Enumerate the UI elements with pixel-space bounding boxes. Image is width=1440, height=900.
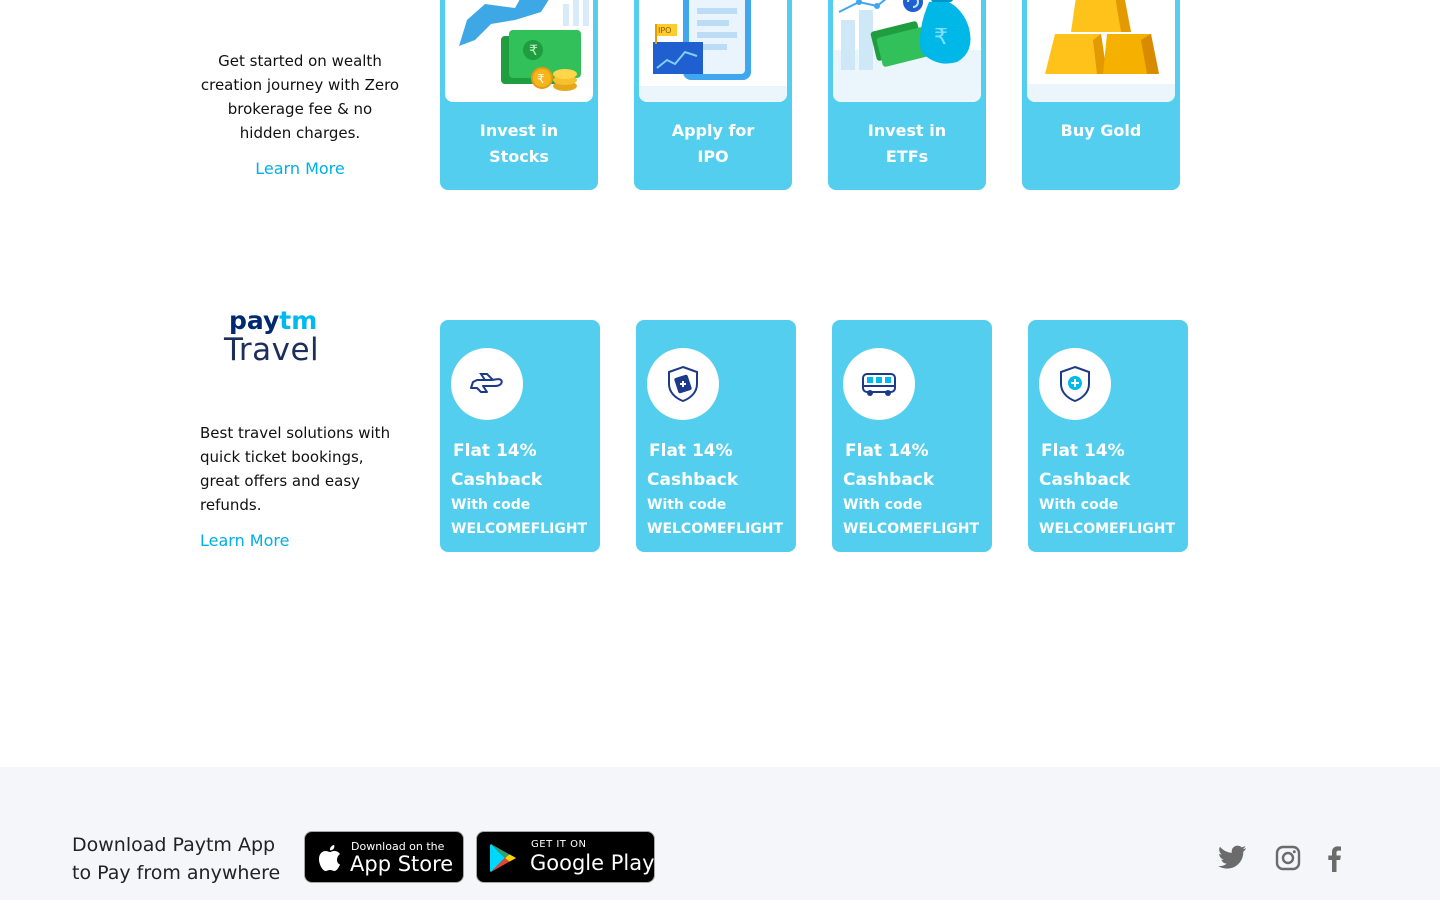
offer-title-line-2: Cashback <box>843 470 935 490</box>
gold-bars-icon <box>1027 0 1175 102</box>
invest-learn-more-link[interactable]: Learn More <box>200 157 400 181</box>
bull-money-icon: ₹ ₹ <box>445 0 593 102</box>
invest-etfs-card[interactable]: ₹ Invest in ETFs <box>828 0 986 190</box>
ticket-shield-icon <box>647 348 719 420</box>
facebook-icon[interactable] <box>1326 845 1342 873</box>
google-play-icon <box>490 844 516 872</box>
travel-offer-card-flight[interactable]: Flat 14% Cashback With code WELCOMEFLIGH… <box>440 320 600 552</box>
offer-title-line-1: Flat 14% <box>845 441 929 461</box>
travel-offer-code: With code WELCOMEFLIGHT <box>451 493 599 541</box>
travel-offer-title: Flat 14% Cashback <box>451 437 599 495</box>
google-play-small-text: GET IT ON <box>531 839 587 850</box>
travel-wordmark: Travel <box>224 332 320 368</box>
download-app-text: Download Paytm App to Pay from anywhere <box>72 834 281 884</box>
offer-title-line-2: Cashback <box>1039 470 1131 490</box>
svg-text:₹: ₹ <box>529 43 538 59</box>
travel-description: Best travel solutions with quick ticket … <box>200 424 391 514</box>
travel-offer-code: With code WELCOMEFLIGHT <box>1039 493 1187 541</box>
travel-offer-card-ticket[interactable]: Flat 14% Cashback With code WELCOMEFLIGH… <box>636 320 796 552</box>
svg-text:IPO: IPO <box>658 26 671 35</box>
offer-title-line-1: Flat 14% <box>453 441 537 461</box>
offer-code: WELCOMEFLIGHT <box>451 521 588 537</box>
travel-offer-code: With code WELCOMEFLIGHT <box>647 493 795 541</box>
apply-ipo-card[interactable]: IPO Apply for IPO <box>634 0 792 190</box>
offer-code-prefix: With code <box>843 497 923 513</box>
app-store-button[interactable]: Download on the App Store <box>304 831 464 883</box>
invest-stocks-label: Invest in Stocks <box>479 121 559 166</box>
travel-offer-title: Flat 14% Cashback <box>1039 437 1187 495</box>
travel-offer-title: Flat 14% Cashback <box>647 437 795 495</box>
bus-icon <box>843 348 915 420</box>
offer-code-prefix: With code <box>451 497 531 513</box>
invest-etfs-label: Invest in ETFs <box>867 121 947 166</box>
money-bag-icon: ₹ <box>833 0 981 102</box>
offer-code-prefix: With code <box>1039 497 1119 513</box>
insurance-shield-icon <box>1039 348 1111 420</box>
app-store-big-text: App Store <box>350 852 454 876</box>
buy-gold-card[interactable]: Buy Gold <box>1022 0 1180 190</box>
google-play-big-text: Google Play <box>530 851 655 875</box>
twitter-icon[interactable] <box>1217 845 1247 871</box>
paytm-travel-logo: paytm Travel <box>222 304 322 368</box>
apple-icon <box>319 845 340 871</box>
invest-description: Get started on wealth creation journey w… <box>200 52 400 142</box>
ipo-phone-icon: IPO <box>639 0 787 102</box>
offer-code: WELCOMEFLIGHT <box>1039 521 1176 537</box>
invest-stocks-card[interactable]: ₹ ₹ Invest in Stocks <box>440 0 598 190</box>
travel-offer-card-bus[interactable]: Flat 14% Cashback With code WELCOMEFLIGH… <box>832 320 992 552</box>
buy-gold-label: Buy Gold <box>1060 121 1142 140</box>
svg-text:₹: ₹ <box>537 72 545 86</box>
offer-title-line-2: Cashback <box>647 470 739 490</box>
svg-text:₹: ₹ <box>934 25 948 50</box>
footer: Download Paytm App to Pay from anywhere … <box>0 767 1440 900</box>
google-play-button[interactable]: GET IT ON Google Play <box>476 831 655 883</box>
apply-ipo-label: Apply for IPO <box>671 121 755 166</box>
offer-code: WELCOMEFLIGHT <box>843 521 980 537</box>
travel-offer-title: Flat 14% Cashback <box>843 437 991 495</box>
flight-icon <box>451 348 523 420</box>
travel-offer-code: With code WELCOMEFLIGHT <box>843 493 991 541</box>
offer-code-prefix: With code <box>647 497 727 513</box>
offer-title-line-1: Flat 14% <box>1041 441 1125 461</box>
travel-offer-card-insurance[interactable]: Flat 14% Cashback With code WELCOMEFLIGH… <box>1028 320 1188 552</box>
instagram-icon[interactable] <box>1275 845 1301 871</box>
offer-code: WELCOMEFLIGHT <box>647 521 784 537</box>
offer-title-line-2: Cashback <box>451 470 543 490</box>
travel-learn-more-link[interactable]: Learn More <box>200 529 289 553</box>
offer-title-line-1: Flat 14% <box>649 441 733 461</box>
